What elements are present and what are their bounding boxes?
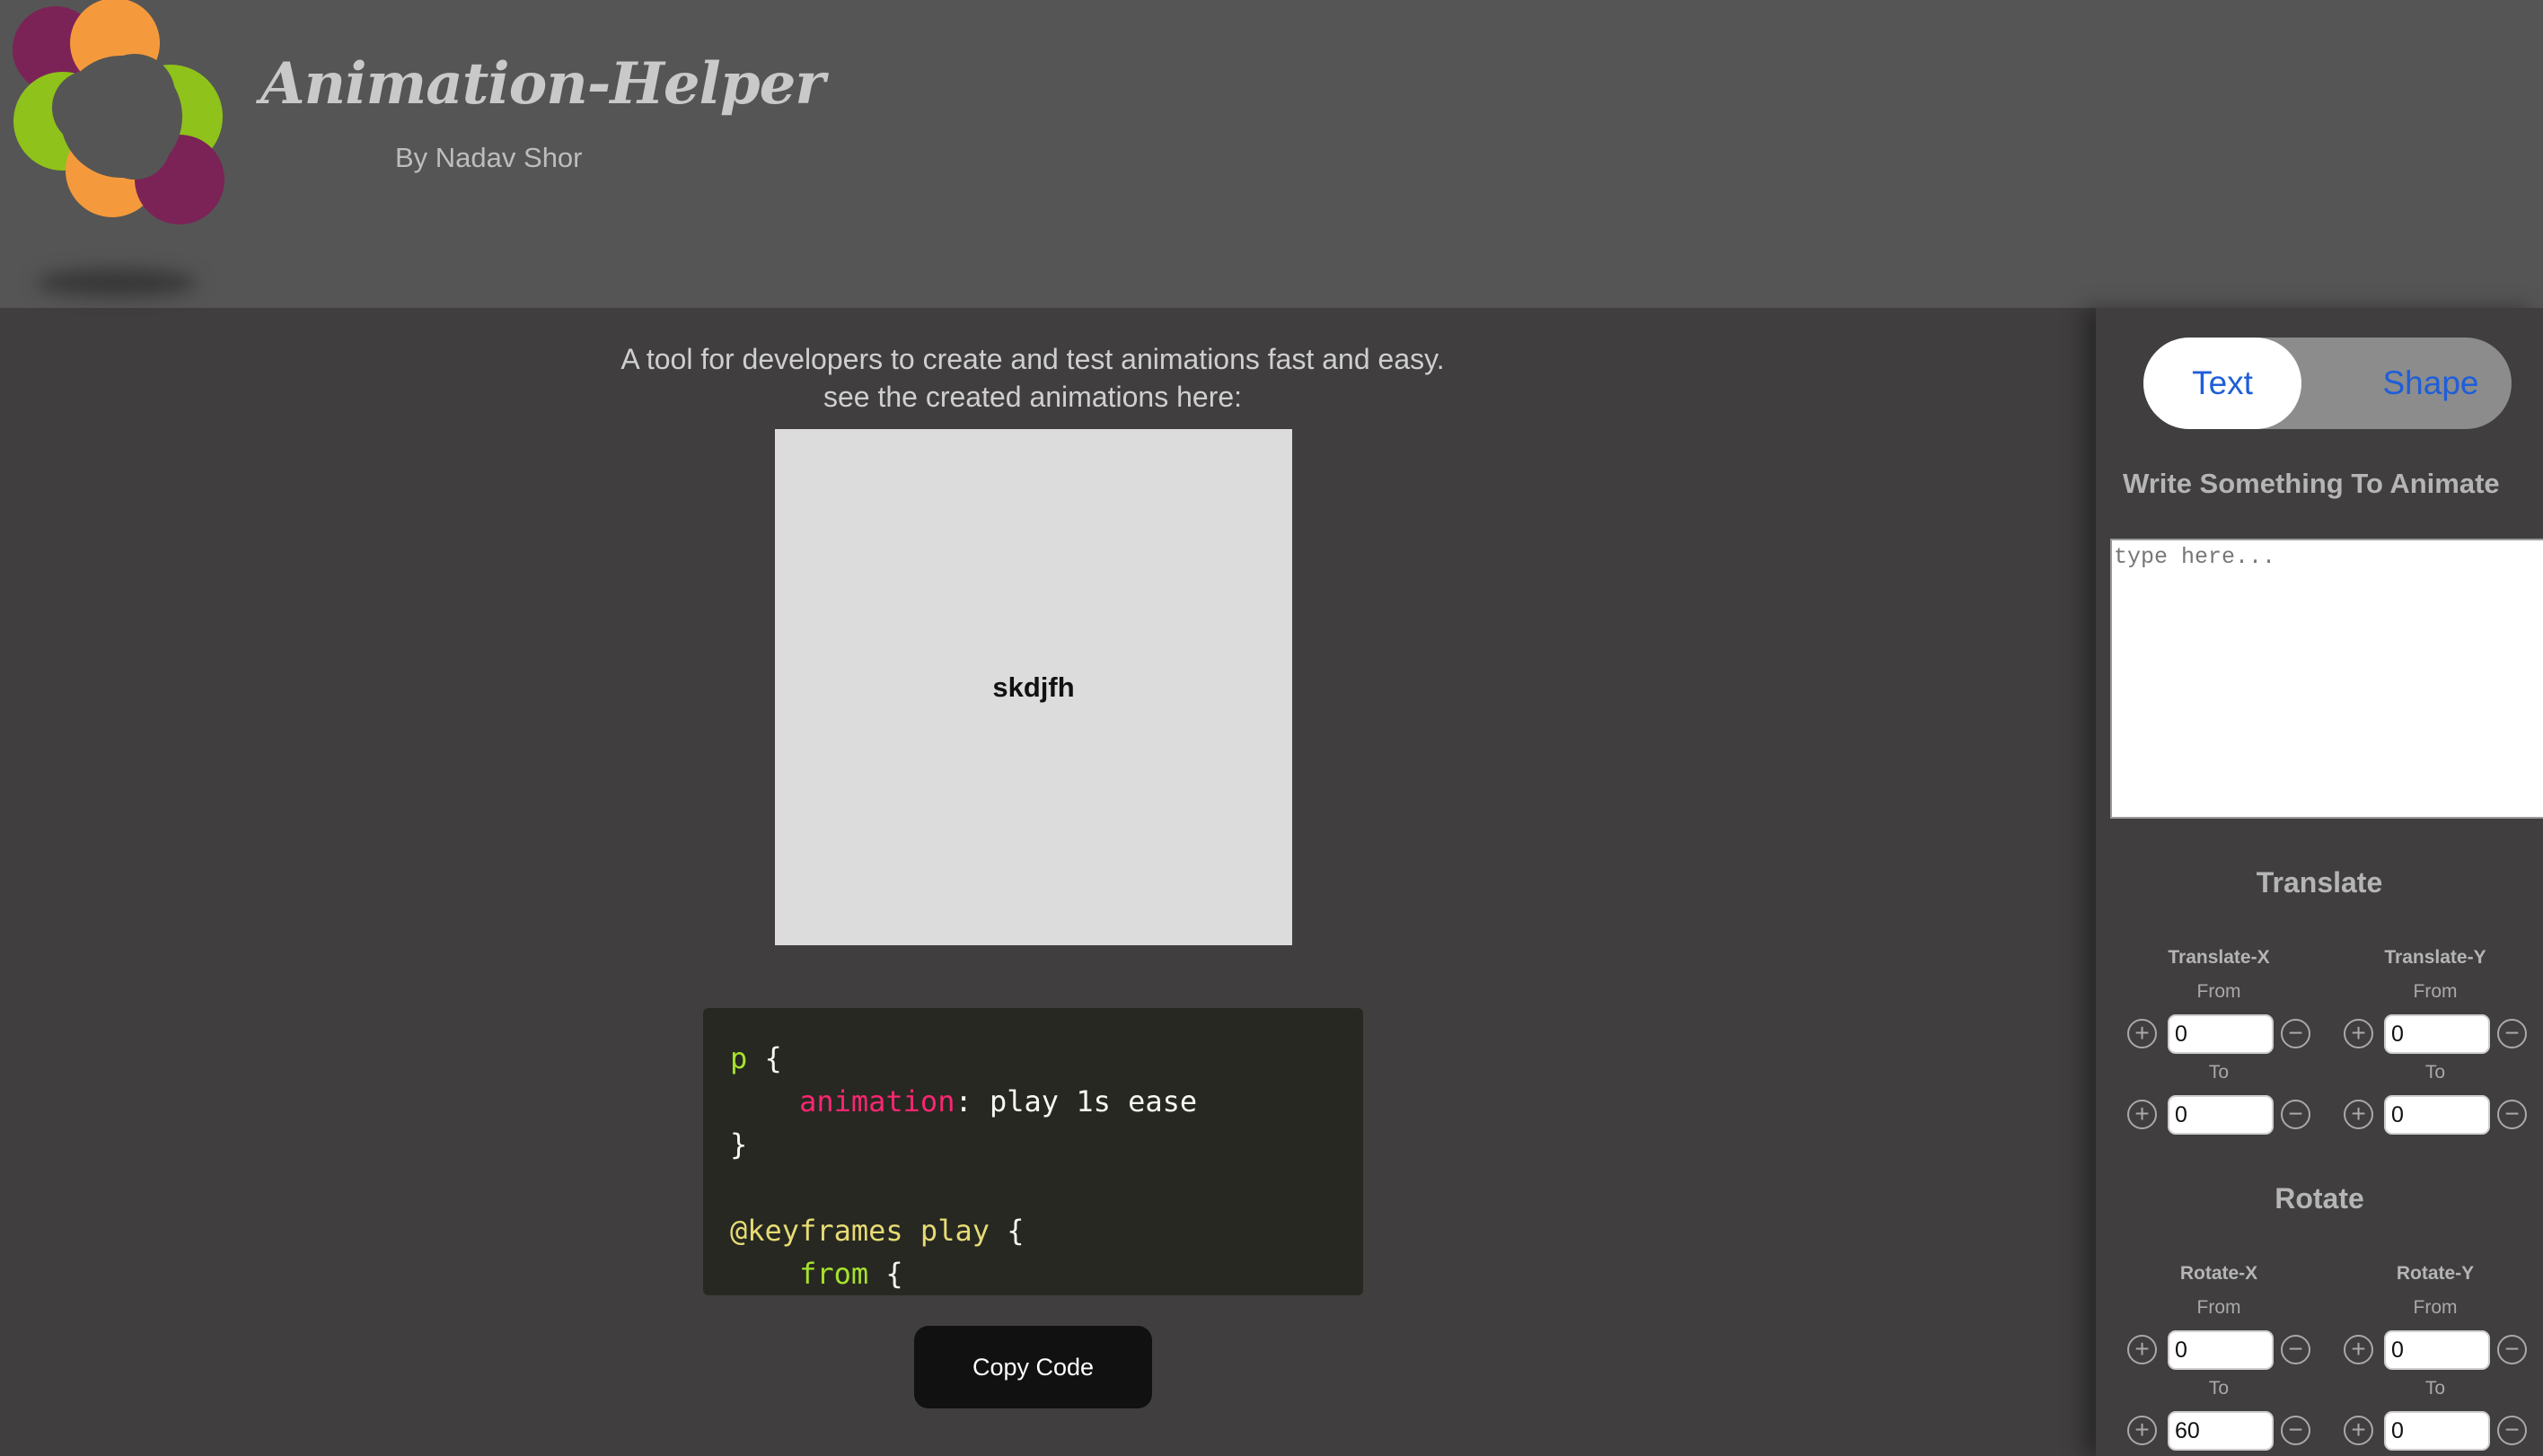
translate-y-from-input[interactable] bbox=[2384, 1014, 2490, 1054]
plus-circle-icon[interactable]: + bbox=[2127, 1335, 2157, 1364]
toggle-option-shape[interactable]: Shape bbox=[2368, 338, 2494, 429]
translate-y-from-label: From bbox=[2413, 981, 2458, 1002]
code-from: from bbox=[799, 1257, 869, 1291]
mode-toggle[interactable]: Text Shape bbox=[2143, 338, 2512, 429]
plus-circle-icon[interactable]: + bbox=[2127, 1100, 2157, 1129]
rotate-x-label: Rotate-X bbox=[2179, 1263, 2258, 1284]
app-logo-icon bbox=[13, 0, 224, 224]
translate-y-to-input[interactable] bbox=[2384, 1095, 2490, 1135]
translate-y-to-stepper: + − bbox=[2344, 1095, 2527, 1135]
code-brace: { bbox=[868, 1257, 903, 1291]
write-label: Write Something To Animate bbox=[2123, 468, 2500, 499]
code-line: p { bbox=[730, 1037, 1197, 1080]
translate-x-to-input[interactable] bbox=[2168, 1095, 2274, 1135]
rotate-y-label: Rotate-Y bbox=[2396, 1263, 2475, 1284]
translate-x-from-input[interactable] bbox=[2168, 1014, 2274, 1054]
plus-circle-icon[interactable]: + bbox=[2127, 1416, 2157, 1445]
code-brace: { bbox=[747, 1041, 782, 1075]
animation-preview: skdjfh bbox=[775, 429, 1292, 945]
code-selector: p bbox=[730, 1041, 748, 1075]
rotate-title: Rotate bbox=[2275, 1182, 2364, 1215]
settings-panel: Text Shape Write Something To Animate Tr… bbox=[2096, 308, 2543, 1456]
main-area: A tool for developers to create and test… bbox=[0, 308, 2096, 1456]
app-title: Animation-Helper bbox=[260, 50, 825, 118]
translate-x-from-label: From bbox=[2196, 981, 2241, 1002]
animate-text-input[interactable] bbox=[2110, 539, 2543, 819]
code-line: @keyframes play { bbox=[730, 1209, 1197, 1252]
code-line: } bbox=[730, 1123, 1197, 1166]
translate-x-to-stepper: + − bbox=[2127, 1095, 2310, 1135]
translate-x-to-label: To bbox=[2208, 1062, 2230, 1083]
intro-line-2: see the created animations here: bbox=[823, 381, 1243, 413]
translate-title: Translate bbox=[2256, 866, 2383, 899]
rotate-x-to-input[interactable] bbox=[2168, 1411, 2274, 1451]
plus-circle-icon[interactable]: + bbox=[2344, 1100, 2373, 1129]
app-byline: By Nadav Shor bbox=[395, 142, 583, 173]
minus-circle-icon[interactable]: − bbox=[2497, 1019, 2527, 1048]
preview-text: skdjfh bbox=[992, 671, 1075, 703]
rotate-y-to-label: To bbox=[2424, 1378, 2446, 1399]
translate-y-to-label: To bbox=[2424, 1062, 2446, 1083]
copy-code-button[interactable]: Copy Code bbox=[914, 1326, 1152, 1408]
code-line: from { bbox=[730, 1252, 1197, 1295]
code-brace: } bbox=[730, 1127, 748, 1162]
code-keyframes: @keyframes play bbox=[730, 1214, 990, 1248]
logo-shadow bbox=[36, 269, 198, 296]
code-value: : play 1s ease bbox=[955, 1084, 1198, 1118]
intro-text: A tool for developers to create and test… bbox=[0, 340, 2065, 416]
plus-circle-icon[interactable]: + bbox=[2127, 1019, 2157, 1048]
intro-line-1: A tool for developers to create and test… bbox=[620, 343, 1445, 375]
rotate-x-from-label: From bbox=[2196, 1297, 2241, 1318]
code-property: animation bbox=[799, 1084, 955, 1118]
rotate-x-to-stepper: + − bbox=[2127, 1411, 2310, 1451]
code-content: p { animation: play 1s ease} @keyframes … bbox=[730, 1037, 1197, 1295]
rotate-x-to-label: To bbox=[2208, 1378, 2230, 1399]
plus-circle-icon[interactable]: + bbox=[2344, 1019, 2373, 1048]
toggle-option-text[interactable]: Text bbox=[2143, 338, 2301, 429]
minus-circle-icon[interactable]: − bbox=[2281, 1019, 2310, 1048]
rotate-y-from-stepper: + − bbox=[2344, 1330, 2527, 1370]
minus-circle-icon[interactable]: − bbox=[2497, 1416, 2527, 1445]
code-line: animation: play 1s ease bbox=[730, 1080, 1197, 1123]
minus-circle-icon[interactable]: − bbox=[2281, 1100, 2310, 1129]
translate-y-label: Translate-Y bbox=[2384, 947, 2486, 968]
rotate-x-from-input[interactable] bbox=[2168, 1330, 2274, 1370]
plus-circle-icon[interactable]: + bbox=[2344, 1335, 2373, 1364]
minus-circle-icon[interactable]: − bbox=[2497, 1335, 2527, 1364]
translate-x-from-stepper: + − bbox=[2127, 1014, 2310, 1054]
rotate-y-from-input[interactable] bbox=[2384, 1330, 2490, 1370]
minus-circle-icon[interactable]: − bbox=[2497, 1100, 2527, 1129]
translate-y-from-stepper: + − bbox=[2344, 1014, 2527, 1054]
rotate-y-to-stepper: + − bbox=[2344, 1411, 2527, 1451]
plus-circle-icon[interactable]: + bbox=[2344, 1416, 2373, 1445]
app-header: Animation-Helper By Nadav Shor bbox=[0, 0, 2543, 308]
minus-circle-icon[interactable]: − bbox=[2281, 1335, 2310, 1364]
translate-x-label: Translate-X bbox=[2168, 947, 2270, 968]
rotate-y-from-label: From bbox=[2413, 1297, 2458, 1318]
rotate-x-from-stepper: + − bbox=[2127, 1330, 2310, 1370]
rotate-y-to-input[interactable] bbox=[2384, 1411, 2490, 1451]
code-block[interactable]: p { animation: play 1s ease} @keyframes … bbox=[703, 1008, 1363, 1295]
code-brace: { bbox=[989, 1214, 1025, 1248]
minus-circle-icon[interactable]: − bbox=[2281, 1416, 2310, 1445]
